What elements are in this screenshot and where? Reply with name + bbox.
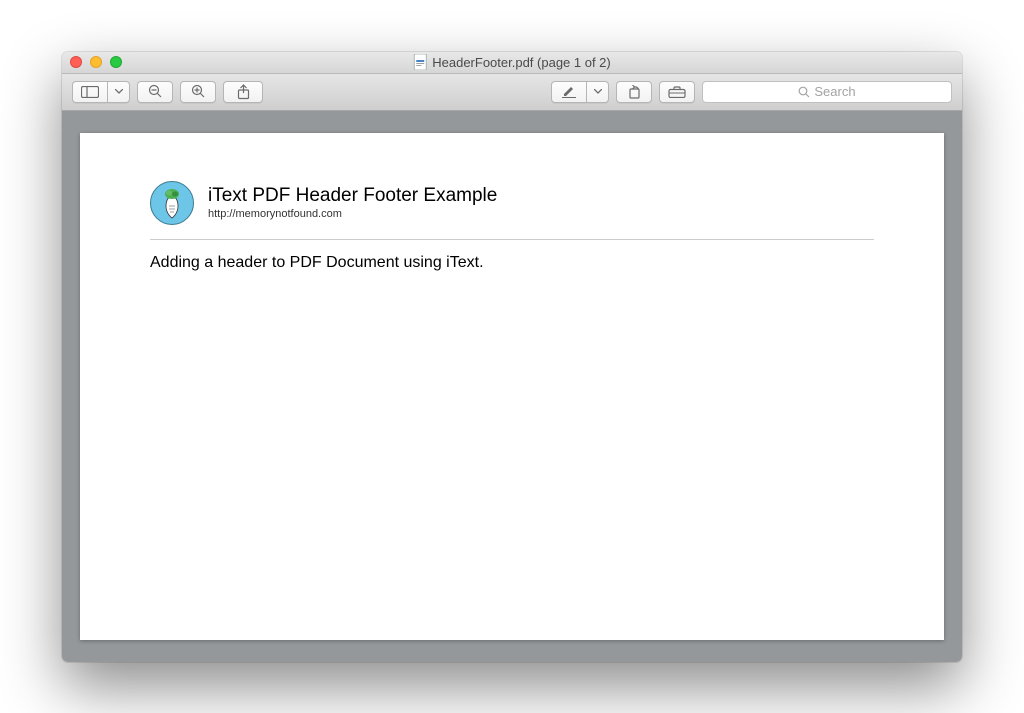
sidebar-toggle-button[interactable]	[72, 81, 108, 103]
highlight-icon	[562, 85, 576, 98]
search-placeholder: Search	[814, 84, 855, 99]
toolbar: Search	[62, 74, 962, 111]
logo-icon	[150, 181, 194, 225]
chevron-down-icon	[115, 89, 123, 94]
fullscreen-window-button[interactable]	[110, 56, 122, 68]
document-header: iText PDF Header Footer Example http://m…	[150, 181, 874, 235]
search-icon	[798, 86, 810, 98]
rotate-icon	[627, 85, 642, 99]
traffic-lights	[70, 56, 122, 68]
edit-toolbar-button[interactable]	[659, 81, 695, 103]
markup-button[interactable]	[551, 81, 587, 103]
close-window-button[interactable]	[70, 56, 82, 68]
window-title: HeaderFooter.pdf (page 1 of 2)	[413, 54, 611, 70]
toolbox-icon	[668, 86, 686, 98]
chevron-down-icon	[594, 89, 602, 94]
header-divider	[150, 239, 874, 240]
share-button[interactable]	[223, 81, 263, 103]
zoom-out-button[interactable]	[137, 81, 173, 103]
rotate-button[interactable]	[616, 81, 652, 103]
pdf-page: iText PDF Header Footer Example http://m…	[80, 133, 944, 640]
document-viewport[interactable]: iText PDF Header Footer Example http://m…	[62, 111, 962, 662]
titlebar: HeaderFooter.pdf (page 1 of 2)	[62, 52, 962, 74]
markup-menu-button[interactable]	[587, 81, 609, 103]
zoom-out-icon	[148, 84, 163, 99]
search-input[interactable]: Search	[702, 81, 952, 103]
window-title-text: HeaderFooter.pdf (page 1 of 2)	[432, 55, 611, 70]
sidebar-icon	[81, 86, 99, 98]
share-icon	[237, 84, 250, 100]
document-title: iText PDF Header Footer Example	[208, 185, 497, 207]
zoom-in-icon	[191, 84, 206, 99]
minimize-window-button[interactable]	[90, 56, 102, 68]
pdf-file-icon	[413, 54, 427, 70]
zoom-in-button[interactable]	[180, 81, 216, 103]
document-subtitle: http://memorynotfound.com	[208, 208, 497, 220]
document-body-text: Adding a header to PDF Document using iT…	[150, 254, 874, 272]
sidebar-menu-button[interactable]	[108, 81, 130, 103]
preview-window: HeaderFooter.pdf (page 1 of 2)	[62, 52, 962, 662]
